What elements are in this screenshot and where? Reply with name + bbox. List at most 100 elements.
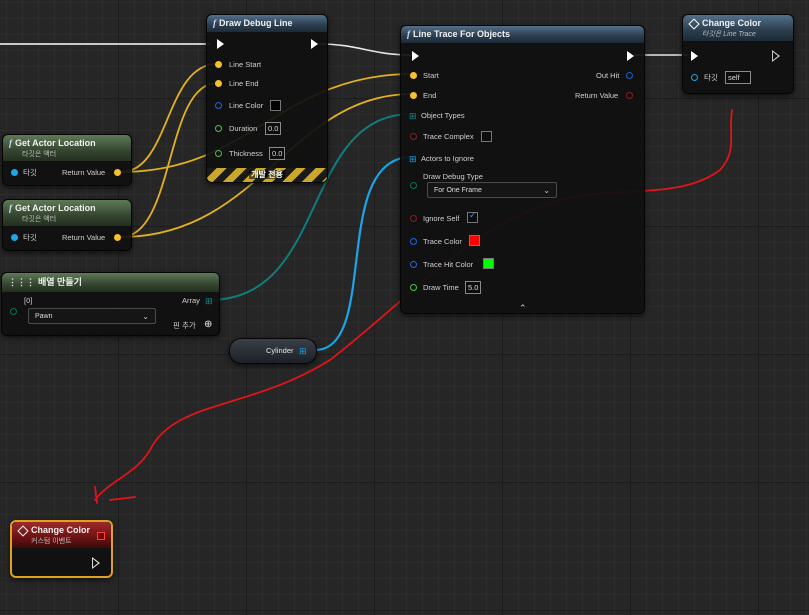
target-pin[interactable]: [691, 74, 698, 81]
line-end-pin[interactable]: [215, 80, 222, 87]
node-subtitle: 타깃은 액터: [22, 216, 57, 223]
thickness-label: Thickness: [229, 149, 263, 158]
thickness-field[interactable]: 0.0: [269, 147, 286, 160]
return-value-label: Return Value: [62, 233, 106, 242]
node-header[interactable]: Change Color 타깃은 Line Trace: [683, 15, 793, 41]
node-header[interactable]: ⋮⋮⋮ 배열 만들기: [2, 273, 219, 292]
end-label: End: [423, 91, 437, 100]
return-value-label: Return Value: [62, 168, 106, 177]
node-header[interactable]: f Draw Debug Line: [207, 15, 327, 32]
line-trace-node[interactable]: f Line Trace For Objects Start Out Hit En…: [400, 25, 645, 314]
out-hit-label: Out Hit: [596, 71, 620, 80]
target-label: 타깃: [23, 233, 37, 242]
out-hit-pin[interactable]: [626, 72, 633, 79]
return-value-pin[interactable]: [626, 92, 633, 99]
ignore-self-pin[interactable]: [410, 215, 417, 222]
ignore-self-checkbox[interactable]: ✓: [467, 210, 478, 223]
draw-debug-type-dropdown[interactable]: For One Frame ⌄: [427, 182, 557, 198]
node-subtitle: 타깃은 Line Trace: [702, 31, 756, 38]
change-color-call-node[interactable]: Change Color 타깃은 Line Trace 타깃 self: [682, 14, 794, 94]
item-dropdown[interactable]: Pawn ⌄: [28, 308, 156, 324]
duration-pin[interactable]: [215, 125, 222, 132]
index-label: [0]: [24, 296, 33, 305]
get-actor-location-node[interactable]: f Get Actor Location 타깃은 액터 타깃 Return Val…: [2, 134, 132, 186]
node-title: Get Actor Location: [15, 203, 96, 213]
node-header[interactable]: f Get Actor Location 타깃은 액터: [3, 200, 131, 226]
node-subtitle: 커스텀 이벤트: [31, 538, 72, 545]
exec-wire-debug-to-trace: [317, 43, 413, 56]
draw-debug-type-pin[interactable]: [410, 182, 417, 189]
function-icon: f: [407, 29, 410, 39]
object-wire-cylinder: [314, 155, 413, 352]
duration-field[interactable]: 0.0: [265, 122, 282, 135]
target-field[interactable]: self: [725, 71, 751, 84]
delegate-pin[interactable]: [97, 532, 105, 540]
exec-out-pin[interactable]: [627, 51, 634, 61]
target-pin[interactable]: [11, 234, 18, 241]
exec-in-pin[interactable]: [691, 51, 698, 61]
line-color-pin[interactable]: [215, 102, 222, 109]
array-grid-icon[interactable]: ⊞: [205, 295, 213, 307]
vector-wire-2-end: [120, 82, 218, 238]
node-header[interactable]: f Get Actor Location 타깃은 액터: [3, 135, 131, 161]
node-header[interactable]: f Line Trace For Objects: [401, 26, 644, 43]
node-title: 배열 만들기: [38, 277, 82, 287]
ignore-self-label: Ignore Self: [423, 214, 460, 223]
exec-out-pin[interactable]: [311, 39, 318, 49]
get-actor-location-node[interactable]: f Get Actor Location 타깃은 액터 타깃 Return Val…: [2, 199, 132, 251]
item-pin[interactable]: [10, 308, 17, 315]
node-title: Change Color: [31, 525, 91, 535]
trace-complex-pin[interactable]: [410, 133, 417, 140]
trace-hit-color-label: Trace Hit Color: [423, 260, 474, 269]
trace-complex-checkbox[interactable]: [481, 131, 492, 142]
function-icon: f: [213, 18, 216, 28]
exec-in-pin[interactable]: [412, 51, 419, 61]
trace-complex-label: Trace Complex: [423, 132, 474, 141]
add-pin-label[interactable]: 핀 추가: [173, 320, 196, 332]
draw-debug-line-node[interactable]: f Draw Debug Line Line Start Line End Lin…: [206, 14, 328, 183]
start-pin[interactable]: [410, 72, 417, 79]
thickness-pin[interactable]: [215, 150, 222, 157]
trace-color-label: Trace Color: [423, 237, 462, 246]
target-pin[interactable]: [11, 169, 18, 176]
dev-only-banner: 개발 전용: [207, 168, 327, 182]
return-value-pin[interactable]: [114, 169, 121, 176]
draw-time-field[interactable]: 5.0: [465, 281, 482, 294]
trace-hit-color-pin[interactable]: [410, 261, 417, 268]
trace-color-pin[interactable]: [410, 238, 417, 245]
draw-time-label: Draw Time: [423, 283, 459, 292]
draw-debug-type-value: For One Frame: [434, 187, 482, 194]
duration-label: Duration: [229, 124, 258, 133]
make-array-node[interactable]: ⋮⋮⋮ 배열 만들기 [0] Pawn ⌄ Array ⊞ 핀 추가 ⊕: [1, 272, 220, 336]
array-grid-icon: ⋮⋮⋮: [8, 277, 35, 287]
node-title: Draw Debug Line: [219, 18, 293, 28]
target-label: 타깃: [704, 73, 718, 82]
function-icon: f: [9, 203, 12, 213]
chevron-down-icon: ⌄: [142, 312, 149, 321]
exec-in-pin[interactable]: [217, 39, 224, 49]
start-label: Start: [423, 71, 439, 80]
cylinder-label: Cylinder: [266, 346, 294, 355]
custom-event-node[interactable]: Change Color 커스텀 이벤트: [10, 520, 113, 578]
node-title: Change Color: [702, 18, 762, 28]
trace-hit-color-swatch[interactable]: [483, 258, 494, 269]
node-title: Get Actor Location: [15, 138, 96, 148]
target-label: 타깃: [23, 168, 37, 177]
function-icon: f: [9, 138, 12, 148]
array-grid-icon[interactable]: ⊞: [299, 345, 307, 357]
array-grid-icon[interactable]: ⊞: [409, 153, 417, 165]
object-types-label: Object Types: [421, 111, 465, 120]
array-grid-icon[interactable]: ⊞: [409, 110, 417, 122]
add-pin-icon[interactable]: ⊕: [204, 319, 212, 331]
item-value: Pawn: [35, 313, 53, 320]
expand-toggle-icon[interactable]: ⌃: [519, 302, 527, 314]
trace-color-swatch[interactable]: [469, 235, 480, 246]
return-value-pin[interactable]: [114, 234, 121, 241]
line-color-swatch[interactable]: [270, 100, 281, 111]
array-label: Array: [182, 296, 200, 305]
line-start-pin[interactable]: [215, 61, 222, 68]
end-pin[interactable]: [410, 92, 417, 99]
draw-time-pin[interactable]: [410, 284, 417, 291]
cylinder-reference-node[interactable]: Cylinder ⊞: [229, 338, 317, 364]
node-title: Line Trace For Objects: [413, 29, 511, 39]
